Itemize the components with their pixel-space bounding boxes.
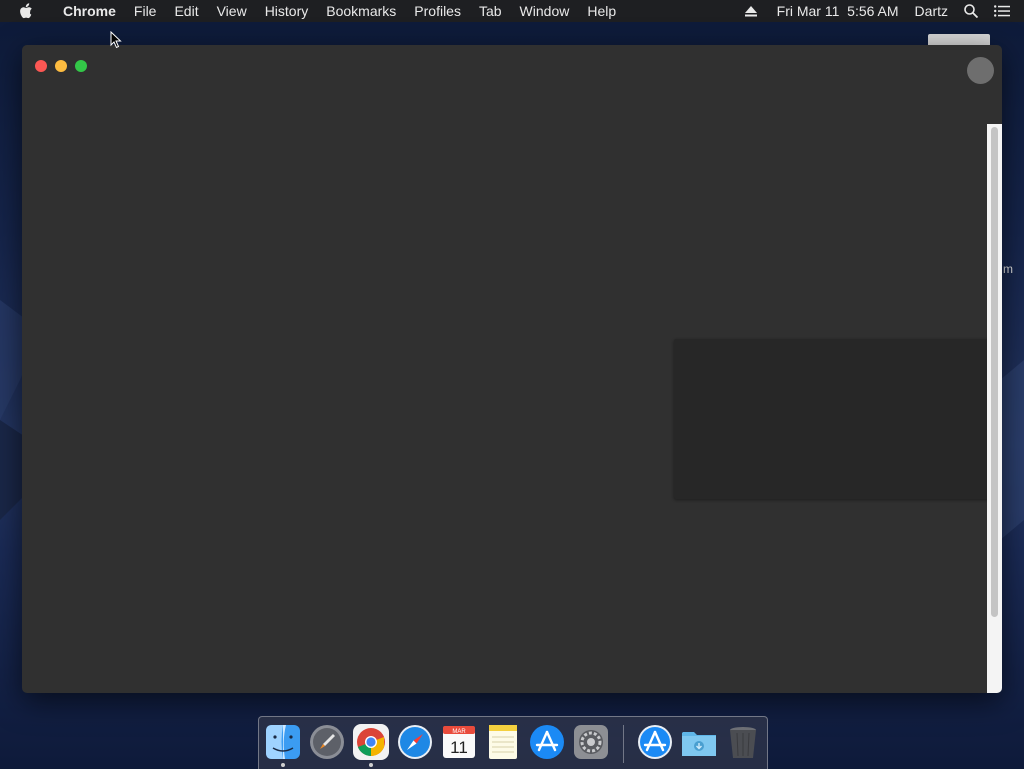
trash-icon <box>730 727 756 758</box>
safari-icon <box>398 725 432 759</box>
menu-clock[interactable]: Fri Mar 11 5:56 AM <box>765 0 907 22</box>
calendar-icon: MAR 11 <box>443 726 475 758</box>
search-icon[interactable] <box>956 4 986 18</box>
menu-edit[interactable]: Edit <box>165 0 207 22</box>
window-controls <box>35 60 87 72</box>
running-indicator <box>369 763 373 767</box>
profile-avatar-button[interactable] <box>967 57 994 84</box>
calendar-month: MAR <box>452 729 466 735</box>
dock-safari[interactable] <box>396 723 434 761</box>
menu-profiles[interactable]: Profiles <box>405 0 470 22</box>
dock-trash[interactable] <box>724 723 762 761</box>
launchpad-icon <box>310 725 344 759</box>
minimize-button[interactable] <box>55 60 67 72</box>
chrome-icon <box>353 724 389 760</box>
dock-app-store[interactable] <box>528 723 566 761</box>
dock-app-store-download[interactable] <box>636 723 674 761</box>
notes-icon <box>489 725 517 759</box>
menu-bar: Chrome File Edit View History Bookmarks … <box>0 0 1024 22</box>
scrollbar-thumb[interactable] <box>991 127 998 617</box>
finder-icon <box>266 725 300 759</box>
calendar-day: 11 <box>450 738 468 757</box>
menu-help[interactable]: Help <box>578 0 625 22</box>
downloads-folder-icon <box>682 732 716 756</box>
menu-user[interactable]: Dartz <box>907 0 956 22</box>
dock-system-preferences[interactable] <box>572 723 610 761</box>
close-button[interactable] <box>35 60 47 72</box>
apple-logo-icon[interactable] <box>19 0 37 22</box>
dock-finder[interactable] <box>264 723 302 767</box>
dock-downloads[interactable] <box>680 723 718 761</box>
dock-notes[interactable] <box>484 723 522 761</box>
mouse-cursor-icon <box>110 31 122 49</box>
menu-file[interactable]: File <box>125 0 166 22</box>
chrome-window <box>22 45 1002 693</box>
menu-bookmarks[interactable]: Bookmarks <box>317 0 405 22</box>
system-preferences-icon <box>574 725 608 759</box>
dock: MAR 11 <box>258 716 768 769</box>
dock-chrome[interactable] <box>352 723 390 767</box>
desktop-file-label: m <box>1003 262 1013 276</box>
scrollbar[interactable] <box>987 124 1002 693</box>
menu-view[interactable]: View <box>208 0 256 22</box>
overlay-panel <box>674 339 994 499</box>
running-indicator <box>281 763 285 767</box>
list-icon[interactable] <box>986 5 1024 17</box>
app-store-icon <box>530 725 564 759</box>
dock-calendar[interactable]: MAR 11 <box>440 723 478 761</box>
eject-icon[interactable] <box>737 5 765 17</box>
menu-app-name[interactable]: Chrome <box>54 0 125 22</box>
menu-window[interactable]: Window <box>511 0 579 22</box>
app-store-icon <box>638 725 672 759</box>
menu-tab[interactable]: Tab <box>470 0 511 22</box>
dock-separator <box>623 725 624 763</box>
menu-history[interactable]: History <box>256 0 318 22</box>
dock-launchpad[interactable] <box>308 723 346 761</box>
maximize-button[interactable] <box>75 60 87 72</box>
